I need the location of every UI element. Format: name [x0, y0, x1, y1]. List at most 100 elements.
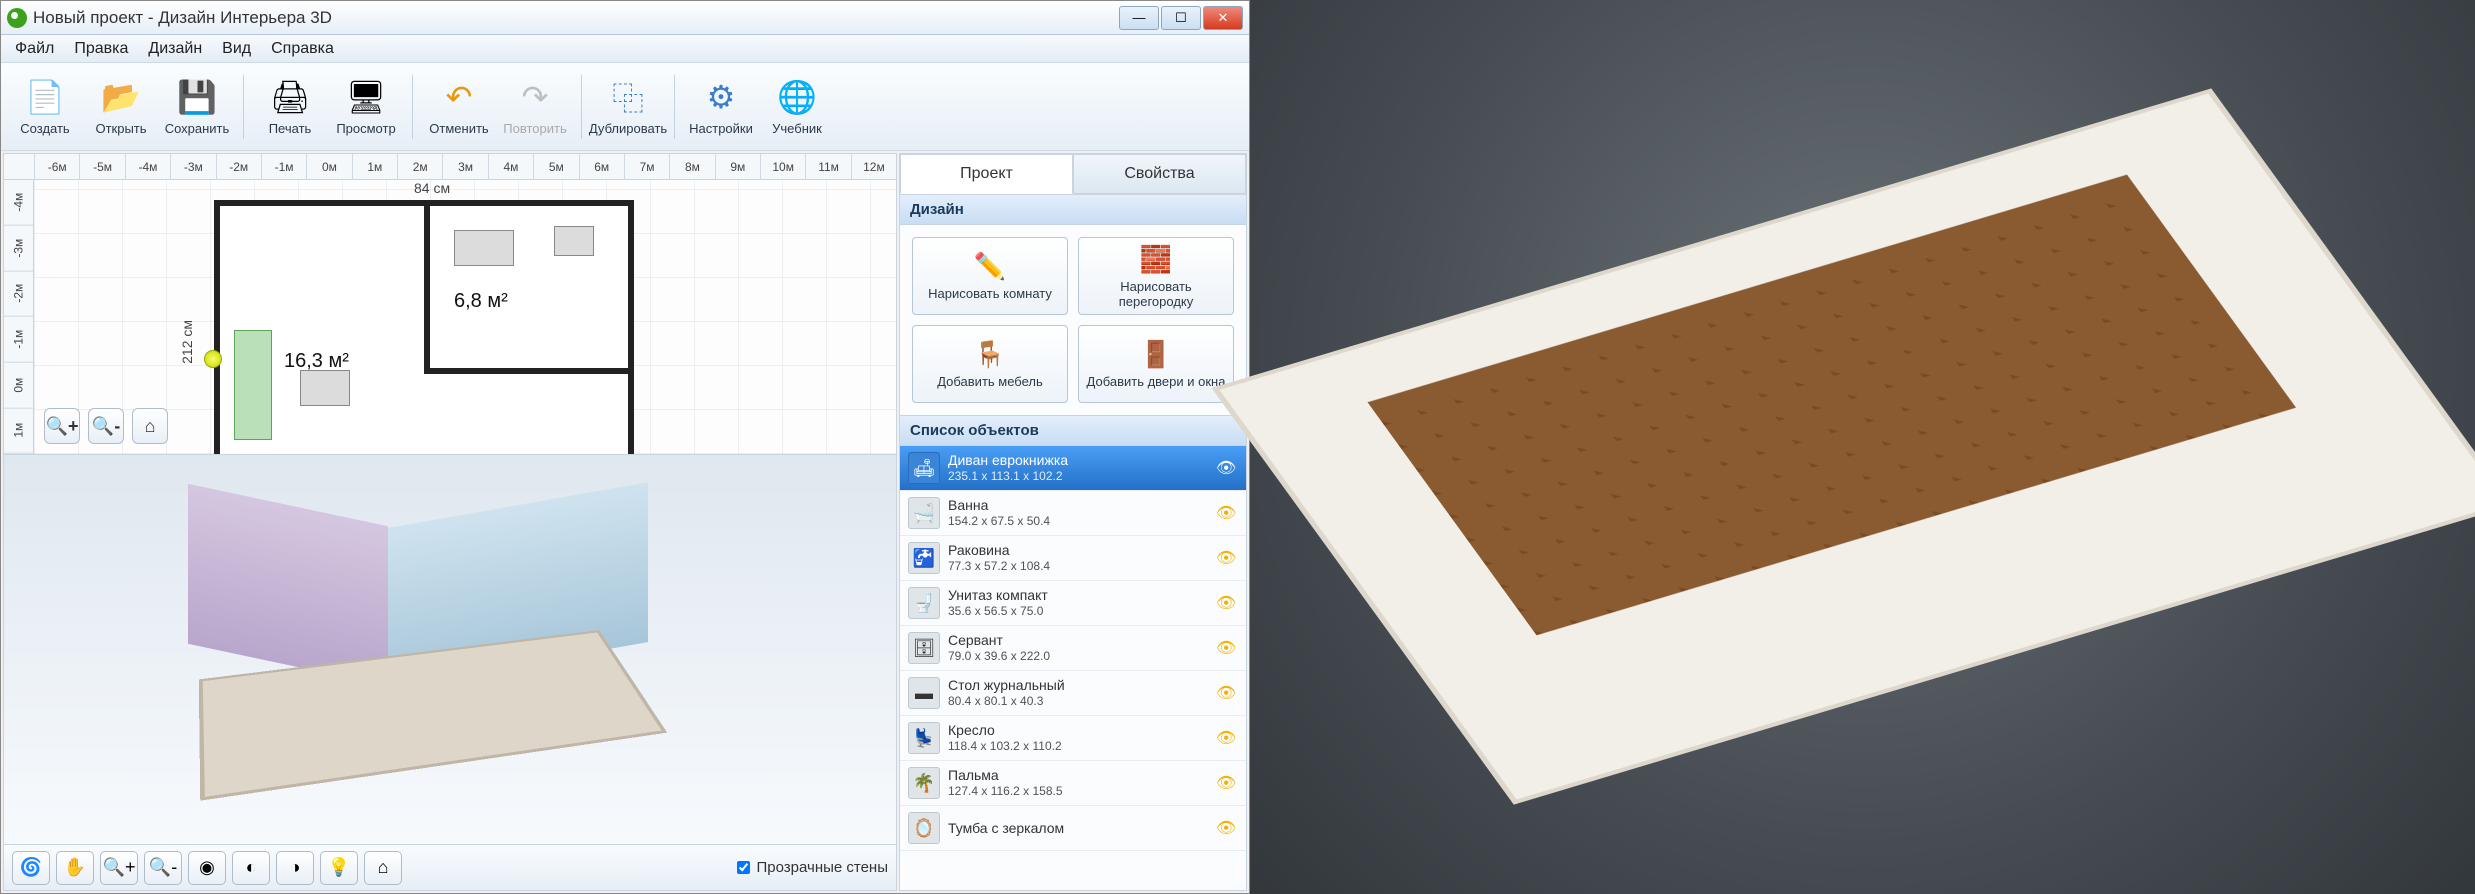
furniture-bath[interactable] — [454, 230, 514, 266]
room-area-a: 6,8 м² — [454, 290, 508, 313]
undo-button[interactable]: ↶Отменить — [423, 68, 495, 146]
ruler-tick: -2м — [216, 154, 261, 179]
perspective-button[interactable]: ◉ — [188, 851, 226, 885]
open-button[interactable]: 📂Открыть — [85, 68, 157, 146]
print-button[interactable]: 🖨Печать — [254, 68, 326, 146]
add-doors-button[interactable]: 🚪Добавить двери и окна — [1078, 325, 1234, 403]
object-item[interactable]: 🚽 Унитаз компакт35.6 x 56.5 x 75.0 👁 — [900, 581, 1246, 626]
camera-button[interactable]: ◑ — [276, 851, 314, 885]
visibility-icon[interactable]: 👁 — [1216, 638, 1238, 658]
ruler-tick: 5м — [533, 154, 578, 179]
object-item[interactable]: 🪞Тумба с зеркалом👁 — [900, 806, 1246, 851]
menu-help[interactable]: Справка — [261, 36, 344, 62]
draw-room-button[interactable]: ✏️Нарисовать комнату — [912, 237, 1068, 315]
object-thumb-icon: 💺 — [908, 722, 940, 754]
save-button[interactable]: 💾Сохранить — [161, 68, 233, 146]
visibility-icon[interactable]: 👁 — [1216, 593, 1238, 613]
preview-button[interactable]: 🖥Просмотр — [330, 68, 402, 146]
folder-icon: 📂 — [101, 77, 141, 117]
transparent-walls-checkbox[interactable] — [737, 861, 750, 874]
dimension-top: 84 см — [414, 180, 450, 196]
ruler-tick: 2м — [397, 154, 442, 179]
zoom-in-3d-button[interactable]: 🔍+ — [100, 851, 138, 885]
object-dims: 118.4 x 103.2 x 110.2 — [948, 739, 1208, 753]
object-text: Диван еврокнижка235.1 x 113.1 x 102.2 — [948, 452, 1208, 483]
furniture-sofa[interactable] — [234, 330, 272, 440]
visibility-icon[interactable]: 👁 — [1216, 773, 1238, 793]
redo-button[interactable]: ↷Повторить — [499, 68, 571, 146]
view-toolbar: 🌀 ✋ 🔍+ 🔍- ◉ ◐ ◑ 💡 ⌂ Прозрачные стены — [4, 844, 896, 890]
maximize-button[interactable]: ☐ — [1161, 6, 1201, 30]
floorplan[interactable]: 6,8 м² 16,3 м² 84 см 212 см — [214, 200, 634, 490]
canvas-area: -6м-5м-4м-3м-2м-1м0м1м2м3м4м5м6м7м8м9м10… — [3, 153, 897, 891]
transparent-walls-label: Прозрачные стены — [756, 859, 888, 876]
object-dims: 80.4 x 80.1 x 40.3 — [948, 694, 1208, 708]
add-furniture-button[interactable]: 🪑Добавить мебель — [912, 325, 1068, 403]
ruler-tick: -3м — [4, 226, 33, 272]
tutorial-button[interactable]: 🌐Учебник — [761, 68, 833, 146]
transparent-walls-toggle[interactable]: Прозрачные стены — [737, 859, 888, 876]
object-item[interactable]: 🛁Ванна154.2 x 67.5 x 50.4👁 — [900, 491, 1246, 536]
document-icon: 📄 — [25, 77, 65, 117]
ruler-tick: 7м — [624, 154, 669, 179]
ruler-vertical: -4м-3м-2м-1м0м1м — [4, 180, 34, 454]
duplicate-button[interactable]: ⿻Дублировать — [592, 68, 664, 146]
furniture-sink[interactable] — [554, 226, 594, 256]
draw-partition-button[interactable]: 🧱Нарисовать перегородку — [1078, 237, 1234, 315]
pencil-icon: ✏️ — [974, 251, 1006, 282]
home-3d-button[interactable]: ⌂ — [364, 851, 402, 885]
zoom-out-3d-button[interactable]: 🔍- — [144, 851, 182, 885]
tab-properties[interactable]: Свойства — [1073, 154, 1246, 194]
new-button[interactable]: 📄Создать — [9, 68, 81, 146]
light-button[interactable]: 💡 — [320, 851, 358, 885]
design-section-header: Дизайн — [900, 194, 1246, 225]
object-item[interactable]: 🚰Раковина77.3 x 57.2 x 108.4👁 — [900, 536, 1246, 581]
minimize-button[interactable]: — — [1119, 6, 1159, 30]
menu-design[interactable]: Дизайн — [138, 36, 212, 62]
object-item[interactable]: 🗄Сервант79.0 x 39.6 x 222.0👁 — [900, 626, 1246, 671]
walk-button[interactable]: ◐ — [232, 851, 270, 885]
object-thumb-icon: 🌴 — [908, 767, 940, 799]
design-buttons: ✏️Нарисовать комнату 🧱Нарисовать перегор… — [900, 225, 1246, 415]
menu-edit[interactable]: Правка — [64, 36, 138, 62]
visibility-icon[interactable]: 👁 — [1216, 728, 1238, 748]
object-item[interactable]: ▬Стол журнальный80.4 x 80.1 x 40.3👁 — [900, 671, 1246, 716]
zoom-in-button[interactable]: 🔍+ — [44, 408, 80, 444]
menu-file[interactable]: Файл — [5, 36, 64, 62]
ruler-tick: 0м — [4, 363, 33, 409]
object-text: Унитаз компакт35.6 x 56.5 x 75.0 — [948, 587, 1208, 618]
floor-plan-2d[interactable]: 6,8 м² 16,3 м² 84 см 212 см 🔍+ 🔍- ⌂ — [34, 180, 896, 454]
chair-icon: 🪑 — [974, 339, 1006, 370]
home-view-button[interactable]: ⌂ — [132, 408, 168, 444]
object-item[interactable]: 🌴Пальма127.4 x 116.2 x 158.5👁 — [900, 761, 1246, 806]
object-text: Раковина77.3 x 57.2 x 108.4 — [948, 542, 1208, 573]
selection-handle[interactable] — [204, 350, 222, 368]
ruler-tick: 0м — [306, 154, 351, 179]
settings-button[interactable]: ⚙Настройки — [685, 68, 757, 146]
close-button[interactable]: ✕ — [1203, 6, 1243, 30]
visibility-icon[interactable]: 👁 — [1216, 683, 1238, 703]
visibility-icon[interactable]: 👁 — [1216, 818, 1238, 838]
object-list[interactable]: 🛋Диван еврокнижка235.1 x 113.1 x 102.2👁🛁… — [900, 446, 1246, 890]
ruler-tick: -6м — [34, 154, 79, 179]
object-thumb-icon: 🚽 — [908, 587, 940, 619]
zoom-out-button[interactable]: 🔍- — [88, 408, 124, 444]
tab-project[interactable]: Проект — [900, 154, 1073, 194]
object-item[interactable]: 💺Кресло118.4 x 103.2 x 110.2👁 — [900, 716, 1246, 761]
pan-button[interactable]: ✋ — [56, 851, 94, 885]
visibility-icon[interactable]: 👁 — [1216, 503, 1238, 523]
object-thumb-icon: 🛁 — [908, 497, 940, 529]
ruler-tick: 10м — [760, 154, 805, 179]
visibility-icon[interactable]: 👁 — [1216, 548, 1238, 568]
furniture-table[interactable] — [300, 370, 350, 406]
visibility-icon[interactable]: 👁 — [1216, 458, 1238, 478]
object-item[interactable]: 🛋Диван еврокнижка235.1 x 113.1 x 102.2👁 — [900, 446, 1246, 491]
objects-section-header: Список объектов — [900, 415, 1246, 446]
orbit-button[interactable]: 🌀 — [12, 851, 50, 885]
gear-icon: ⚙ — [701, 77, 741, 117]
room-partition[interactable] — [424, 200, 634, 374]
view-3d[interactable] — [4, 454, 896, 844]
save-icon: 💾 — [177, 77, 217, 117]
object-text: Сервант79.0 x 39.6 x 222.0 — [948, 632, 1208, 663]
menu-view[interactable]: Вид — [212, 36, 261, 62]
